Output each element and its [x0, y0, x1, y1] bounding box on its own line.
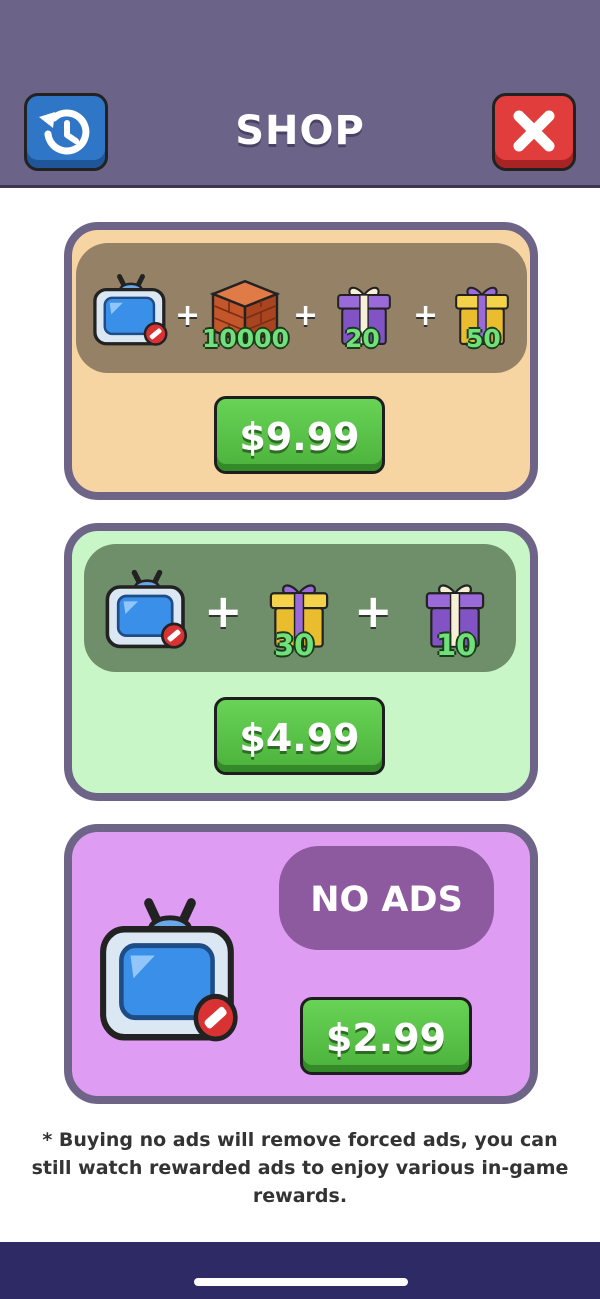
plus-sign: + — [204, 584, 243, 638]
bottom-bar — [0, 1242, 600, 1299]
plus-sign: + — [293, 298, 319, 333]
plus-sign: + — [413, 298, 439, 333]
buy-bundle-2-button[interactable]: $4.99 — [214, 697, 385, 775]
close-x-icon — [513, 110, 555, 152]
purple-gift-quantity: 10 — [436, 628, 477, 662]
yellow-gift-quantity: 50 — [466, 324, 501, 353]
purple-gift-quantity: 20 — [345, 324, 380, 353]
no-ads-label-pill: NO ADS — [279, 846, 494, 950]
yellow-gift-quantity: 30 — [274, 628, 315, 662]
price-label: $4.99 — [239, 716, 360, 760]
plus-sign: + — [354, 584, 393, 638]
no-ads-tv-icon — [90, 265, 172, 347]
plus-sign: + — [175, 298, 201, 333]
home-indicator[interactable] — [194, 1278, 408, 1286]
no-ads-footnote: * Buying no ads will remove forced ads, … — [31, 1129, 569, 1207]
no-ads-tv-icon — [102, 560, 192, 650]
no-ads-label: NO ADS — [310, 880, 463, 920]
brick-quantity: 10000 — [202, 324, 289, 353]
buy-bundle-1-button[interactable]: $9.99 — [214, 396, 385, 474]
price-label: $9.99 — [239, 415, 360, 459]
close-button[interactable] — [492, 93, 576, 171]
no-ads-tv-icon — [94, 872, 246, 1052]
buy-no-ads-button[interactable]: $2.99 — [300, 997, 472, 1075]
price-label: $2.99 — [325, 1016, 447, 1060]
